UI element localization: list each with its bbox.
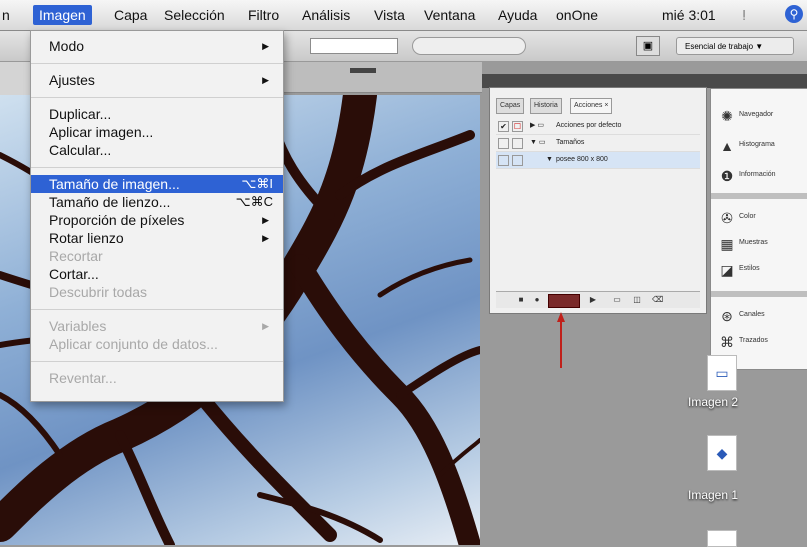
submenu-arrow-icon: ▶ — [262, 321, 269, 331]
menu-item-aplicar-conjunto: Aplicar conjunto de datos... — [49, 336, 218, 352]
action-label: Acciones por defecto — [556, 122, 622, 129]
menu-bar: n Imagen Capa Selección Filtro Análisis … — [0, 0, 807, 31]
folder-open-icon: ▼ ▭ — [530, 139, 546, 146]
document-tab[interactable] — [282, 62, 482, 93]
menu-ventana[interactable]: Ventana — [424, 7, 475, 23]
menu-ayuda[interactable]: Ayuda — [498, 7, 537, 23]
menu-separator — [31, 167, 283, 168]
submenu-arrow-icon: ▶ — [262, 215, 269, 225]
panel-handle[interactable] — [350, 68, 376, 73]
color-icon: ✇ — [721, 210, 733, 226]
actions-toolbar: ■ ● ▶ ▭ ◫ ⌫ — [496, 291, 700, 308]
channels-icon: ⊛ — [721, 308, 733, 324]
menu-item-ajustes[interactable]: Ajustes ▶ — [31, 71, 283, 89]
styles-icon: ◪ — [720, 262, 734, 278]
panel-informacion[interactable]: ❶ Información — [711, 161, 807, 191]
tab-acciones[interactable]: Acciones × — [570, 98, 613, 114]
menu-imagen[interactable]: Imagen — [33, 5, 92, 25]
spotlight-icon[interactable]: ⚲ — [785, 5, 803, 23]
menu-seleccion[interactable]: Selección — [164, 7, 225, 23]
menu-item-duplicar[interactable]: Duplicar... — [31, 105, 283, 123]
file-label[interactable]: Imagen 1 — [688, 488, 738, 502]
dialog-toggle-icon[interactable] — [512, 138, 523, 149]
submenu-arrow-icon: ▶ — [262, 75, 269, 85]
panel-trazados[interactable]: ⌘ Trazados — [711, 327, 807, 357]
menu-item-aplicar-imagen[interactable]: Aplicar imagen... — [31, 123, 283, 141]
toggle-check-icon[interactable]: ✔ — [498, 121, 509, 132]
menu-item-tamano-lienzo[interactable]: Tamaño de lienzo... ⌥⌘C — [31, 193, 283, 211]
menu-vista[interactable]: Vista — [374, 7, 405, 23]
menu-separator — [31, 309, 283, 310]
menu-analisis[interactable]: Análisis — [302, 7, 350, 23]
red-arrow-icon — [557, 312, 565, 368]
toggle-check-icon[interactable] — [498, 138, 509, 149]
dialog-toggle-icon[interactable]: ☐ — [512, 121, 523, 132]
swatches-icon: ▦ — [720, 236, 734, 252]
navigator-icon: ✺ — [721, 108, 733, 124]
actions-panel: Capas Historia Acciones × ✔ ☐ ▶ ▭ Accion… — [489, 87, 707, 314]
menu-item-calcular[interactable]: Calcular... — [31, 141, 283, 159]
menu-partial[interactable]: n — [2, 7, 10, 23]
menu-filtro[interactable]: Filtro — [248, 7, 279, 23]
menu-separator — [31, 361, 283, 362]
action-row-selected[interactable]: ▼ posee 800 x 800 — [496, 152, 700, 169]
panel-estilos[interactable]: ◪ Estilos — [711, 255, 807, 285]
folder-icon: ▶ ▭ — [530, 122, 544, 129]
clock[interactable]: mié 3:01 — [662, 7, 716, 23]
menu-item-proporcion[interactable]: Proporción de píxeles ▶ — [31, 211, 283, 229]
stop-icon[interactable]: ■ — [516, 295, 526, 305]
file-icon[interactable] — [707, 530, 737, 547]
panel-separator — [711, 291, 807, 297]
action-label: posee 800 x 800 — [556, 156, 608, 163]
menu-item-tamano-imagen[interactable]: Tamaño de imagen... ⌥⌘I — [31, 175, 283, 193]
refine-edge-button[interactable] — [412, 37, 526, 55]
option-field[interactable] — [310, 38, 398, 54]
file-icon[interactable]: ▭ — [707, 355, 737, 391]
play-button[interactable] — [548, 294, 580, 308]
histogram-icon: ▲ — [720, 138, 734, 154]
workspace-switcher[interactable]: Esencial de trabajo ▼ — [676, 37, 794, 55]
dialog-toggle-icon[interactable] — [512, 155, 523, 166]
workspace-icon[interactable]: ▣ — [636, 36, 660, 56]
toggle-check-icon[interactable] — [498, 155, 509, 166]
menu-separator — [31, 63, 283, 64]
menu-capa[interactable]: Capa — [114, 7, 147, 23]
new-set-icon[interactable]: ▭ — [612, 295, 622, 305]
play-icon[interactable]: ▶ — [588, 295, 598, 305]
tab-capas[interactable]: Capas — [496, 98, 525, 114]
info-icon: ❶ — [720, 168, 734, 184]
menu-item-descubrir: Descubrir todas — [49, 284, 148, 300]
image-file-icon[interactable]: ◆ — [707, 435, 737, 471]
action-label: Tamaños — [556, 139, 585, 146]
imagen-menu: Modo ▶ Ajustes ▶ Duplicar... Aplicar image… — [30, 30, 284, 402]
menu-separator — [31, 97, 283, 98]
menu-item-reventar: Reventar... — [49, 370, 117, 386]
menu-onone[interactable]: onOne — [556, 7, 598, 23]
action-set-row[interactable]: ✔ ☐ ▶ ▭ Acciones por defecto — [496, 118, 700, 135]
submenu-arrow-icon: ▶ — [262, 233, 269, 243]
submenu-arrow-icon: ▶ — [262, 41, 269, 51]
action-set-row[interactable]: ▼ ▭ Tamaños — [496, 135, 700, 152]
file-label[interactable]: Imagen 2 — [688, 395, 738, 409]
menu-item-modo[interactable]: Modo ▶ — [31, 37, 283, 55]
menu-item-cortar[interactable]: Cortar... — [31, 265, 283, 283]
panel-histograma[interactable]: ▲ Histograma — [711, 131, 807, 161]
bluetooth-icon[interactable]: ⵑ — [742, 7, 746, 24]
new-action-icon[interactable]: ◫ — [632, 295, 642, 305]
panel-navegador[interactable]: ✺ Navegador — [711, 101, 807, 131]
menu-item-rotar[interactable]: Rotar lienzo ▶ — [31, 229, 283, 247]
record-icon[interactable]: ● — [532, 295, 542, 305]
menu-item-recortar: Recortar — [49, 248, 103, 264]
delete-icon[interactable]: ⌫ — [652, 295, 663, 305]
paths-icon: ⌘ — [720, 334, 734, 350]
panel-dock-header — [482, 74, 807, 88]
menu-item-variables: Variables ▶ — [49, 318, 269, 334]
expand-icon: ▼ — [546, 156, 553, 163]
tab-historia[interactable]: Historia — [530, 98, 562, 114]
panel-separator — [711, 193, 807, 199]
collapsed-panels: ✺ Navegador ▲ Histograma ❶ Información ✇ Col… — [710, 88, 807, 370]
